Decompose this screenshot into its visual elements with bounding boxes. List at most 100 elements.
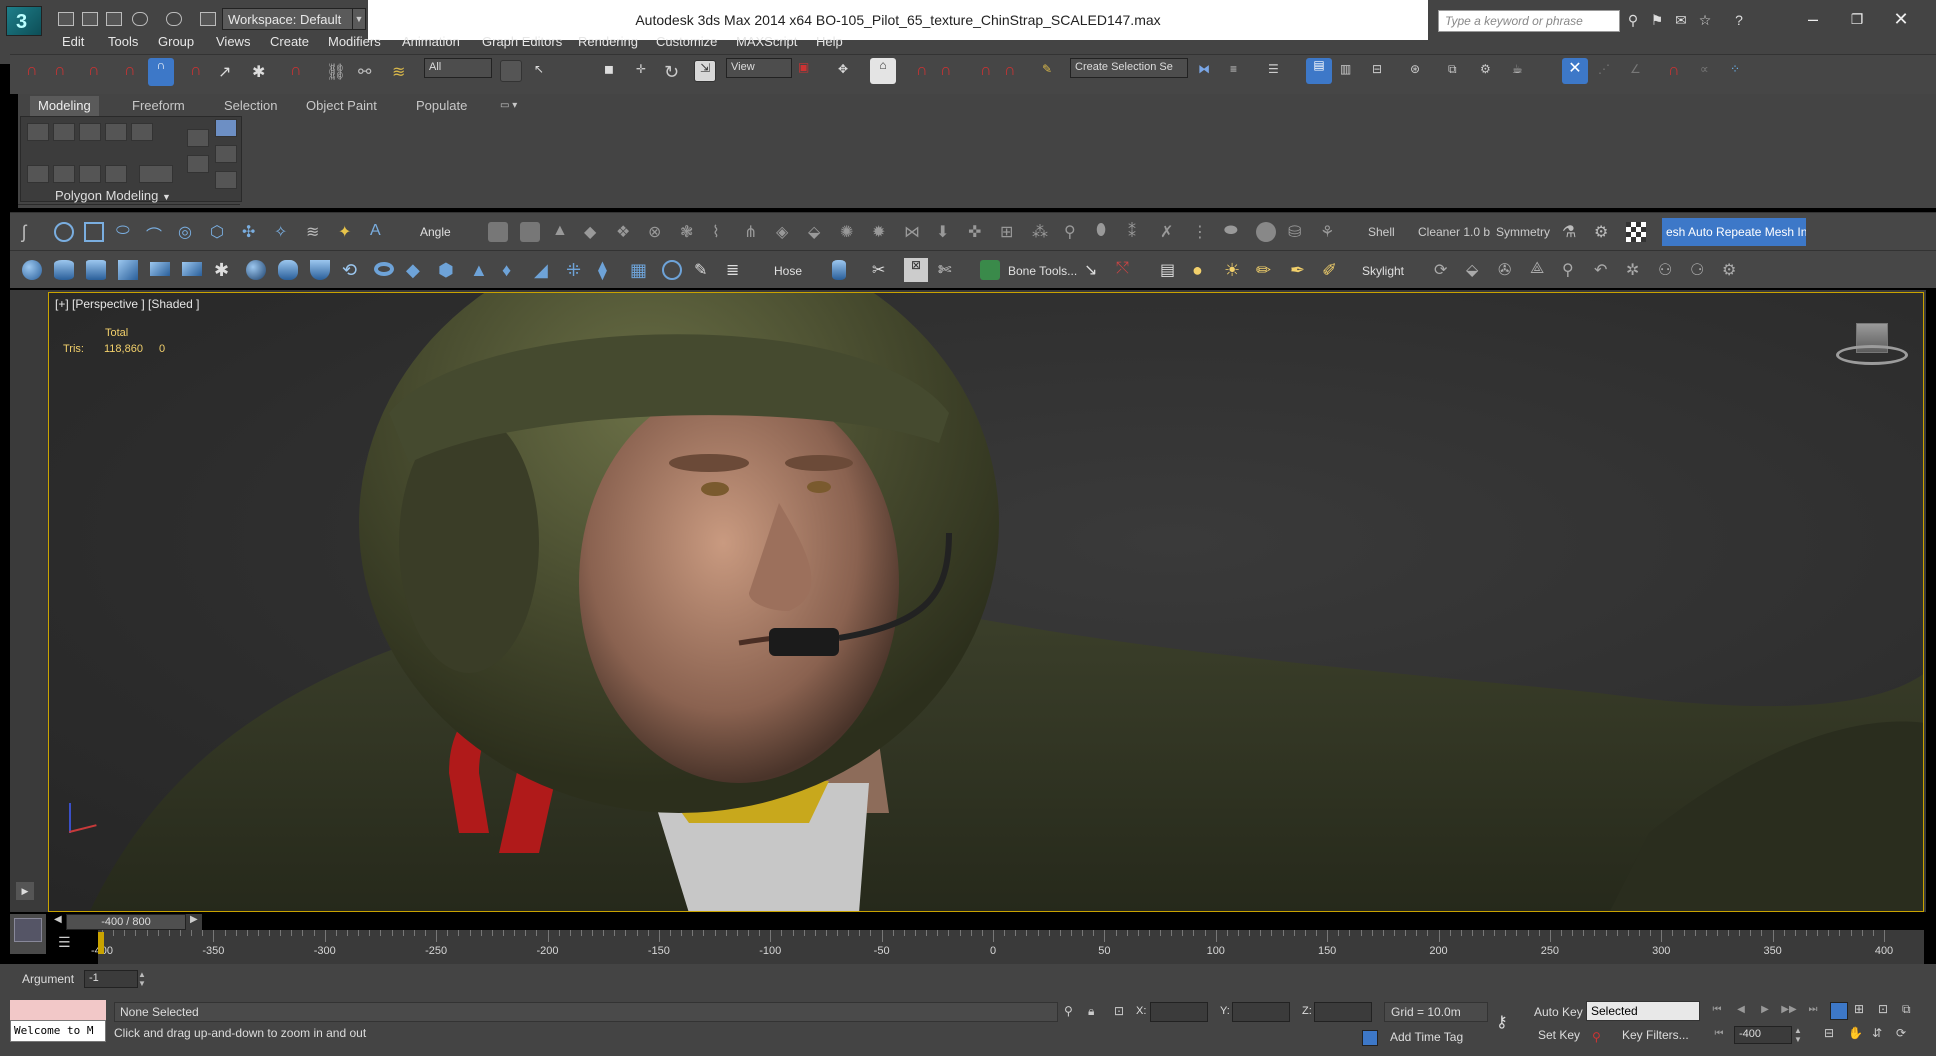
scissors-icon[interactable]: ✂ (872, 260, 892, 280)
particle-spray-icon[interactable]: ✱ (214, 260, 234, 280)
shell-label[interactable]: Shell (1368, 225, 1395, 239)
hose-label[interactable]: Hose (774, 264, 802, 278)
text-spline-icon[interactable]: A (370, 222, 390, 242)
maxscript-mini-listener-input[interactable]: Welcome to M (10, 1020, 106, 1042)
ignore-backfacing-icon[interactable] (187, 155, 209, 173)
previous-frame-icon[interactable]: ◀︎ (1732, 1004, 1750, 1020)
symmetry-modifier-icon[interactable]: ⋈ (904, 222, 924, 242)
y-coord-field[interactable] (1232, 1002, 1290, 1022)
tab-object-paint[interactable]: Object Paint (298, 96, 385, 116)
edit-normals-icon[interactable]: ⚲ (1064, 222, 1084, 242)
curve-editor-icon[interactable]: ⊟ (1372, 62, 1394, 84)
pan-view-hand-icon[interactable]: ✋ (1848, 1026, 1866, 1044)
zoom-extents-icon[interactable]: ⊡ (1878, 1002, 1896, 1020)
helper-icon[interactable]: ↶ (1594, 260, 1614, 280)
uvw-map-icon[interactable]: ⊞ (1000, 222, 1020, 242)
scene-explorer-icon[interactable]: ▤ (1306, 58, 1332, 84)
current-frame-marker[interactable] (98, 932, 104, 954)
argument-spinner[interactable]: -1 (84, 970, 138, 988)
select-object-icon[interactable] (500, 60, 522, 82)
ellipse-spline-icon[interactable]: ⬭ (116, 222, 136, 242)
close-button[interactable]: ✕ (1884, 6, 1918, 32)
add-time-tag-button[interactable]: Add Time Tag (1390, 1030, 1463, 1044)
star-spline-icon[interactable]: ✣ (242, 222, 262, 242)
new-file-icon[interactable] (58, 12, 74, 26)
snap-magnet-icon[interactable]: ∩ (1668, 62, 1690, 84)
restore-button[interactable]: ❐ (1840, 6, 1874, 32)
menu-help[interactable]: Help (816, 34, 843, 49)
lathe-icon[interactable]: ▲ (552, 222, 572, 242)
move-icon[interactable]: ✛ (636, 62, 658, 84)
menu-views[interactable]: Views (216, 34, 250, 49)
spring-icon[interactable]: ≣ (726, 260, 746, 280)
extrude-icon[interactable] (488, 222, 508, 242)
uv-tool-icon[interactable]: ⊠ (904, 258, 928, 282)
border-mode-icon[interactable] (79, 123, 101, 141)
hedra-primitive-icon[interactable]: ⬢ (438, 260, 458, 280)
next-frame-icon[interactable]: ▶︎▶︎ (1780, 1004, 1798, 1020)
cone-primitive-icon[interactable] (310, 260, 330, 280)
angle-snap-icon[interactable]: ∩ (940, 62, 962, 84)
arc-spline-icon[interactable]: ⌒ (146, 222, 166, 245)
edit-named-selection-icon[interactable]: ✎ (1042, 62, 1064, 84)
search-input[interactable]: Type a keyword or phrase (1438, 10, 1620, 32)
selection-filter-dropdown[interactable]: All (424, 58, 492, 78)
snap-magnet-icon[interactable]: ∩ (124, 62, 146, 84)
menu-tools[interactable]: Tools (108, 34, 138, 49)
menu-maxscript[interactable]: MAXScript (736, 34, 797, 49)
menu-group[interactable]: Group (158, 34, 194, 49)
tab-populate[interactable]: Populate (408, 96, 475, 116)
timeline-ruler[interactable]: -400-350-300-250-200-150-100-50050100150… (91, 930, 1924, 964)
helper-icon[interactable]: ⚇ (1658, 260, 1678, 280)
use-soft-selection-icon[interactable] (187, 129, 209, 147)
workspace-dropdown-arrow-icon[interactable]: ▼ (352, 8, 366, 30)
ribbon-options-icon[interactable]: ▭ ▾ (492, 96, 525, 116)
unlink-icon[interactable]: ⚯ (358, 62, 380, 84)
viewcube-icon[interactable] (1836, 323, 1908, 373)
spot-light-icon[interactable]: ✏ (1256, 260, 1276, 280)
viewcube-ring[interactable] (1836, 345, 1908, 365)
graphite-toolbox-icon[interactable]: ▥ (1340, 62, 1362, 84)
angle-label[interactable]: Angle (420, 225, 451, 239)
current-frame-field[interactable]: -400 (1734, 1026, 1792, 1044)
isolate-selection-icon[interactable]: ⚲ (1064, 1004, 1078, 1020)
grid-dots-icon[interactable]: ⁜ (566, 260, 586, 280)
circle-spline-icon[interactable] (54, 222, 74, 242)
tab-freeform[interactable]: Freeform (124, 96, 193, 116)
snap-magnet-icon[interactable]: ∩ (916, 62, 938, 84)
render-icon[interactable]: ☕ (1512, 62, 1534, 84)
helper-icon[interactable]: ⚆ (1690, 260, 1710, 280)
orbit-icon[interactable]: ⟳ (1896, 1026, 1914, 1044)
zoom-all-icon[interactable]: ⊞ (1854, 1002, 1872, 1020)
zoom-extents-all-icon[interactable]: ⧉ (1902, 1002, 1920, 1020)
workspace-dropdown[interactable]: Workspace: Default (222, 8, 354, 30)
z-coord-field[interactable] (1314, 1002, 1372, 1022)
helper-icon[interactable]: ⚙ (1722, 260, 1742, 280)
snap-magnet-icon[interactable]: ∩ (290, 62, 312, 84)
noise-icon[interactable]: ⋔ (744, 222, 764, 242)
binoculars-icon[interactable]: ⚲ (1624, 12, 1642, 28)
snap-magnet-icon[interactable]: ∩ (26, 62, 48, 84)
project-folder-icon[interactable] (200, 12, 216, 26)
play-icon[interactable]: ▶︎ (1756, 1004, 1774, 1020)
quickslice-icon[interactable] (215, 171, 237, 189)
menu-modifiers[interactable]: Modifiers (328, 34, 381, 49)
menu-create[interactable]: Create (270, 34, 309, 49)
push-icon[interactable]: ⬇ (936, 222, 956, 242)
walk-through-icon[interactable]: ⇵ (1872, 1026, 1890, 1044)
zoom-icon[interactable] (1830, 1002, 1848, 1020)
go-to-start-icon[interactable]: ⏮ (1708, 1004, 1726, 1020)
spinner-arrows-icon[interactable]: ▲ ▼ (138, 970, 148, 988)
time-tag-icon[interactable] (1362, 1030, 1378, 1046)
cleaner-label[interactable]: Cleaner 1.0 b (1418, 225, 1490, 239)
symmetry-label[interactable]: Symmetry (1496, 225, 1550, 239)
set-key-button[interactable]: Set Key (1538, 1028, 1580, 1042)
save-file-icon[interactable] (106, 12, 122, 26)
snap-toggle-active-icon[interactable]: ∩ (148, 58, 174, 86)
snap-magnet-icon[interactable]: ∩ (88, 62, 110, 84)
snap-star-icon[interactable]: ✱ (252, 62, 274, 84)
ffd-icon[interactable]: ◈ (776, 222, 796, 242)
mesh-tools-button[interactable]: esh Auto Repeate Mesh Insp (1662, 218, 1806, 246)
section-spline-icon[interactable]: ✦ (338, 222, 358, 242)
rectangular-region-icon[interactable]: ◼ (604, 62, 626, 84)
